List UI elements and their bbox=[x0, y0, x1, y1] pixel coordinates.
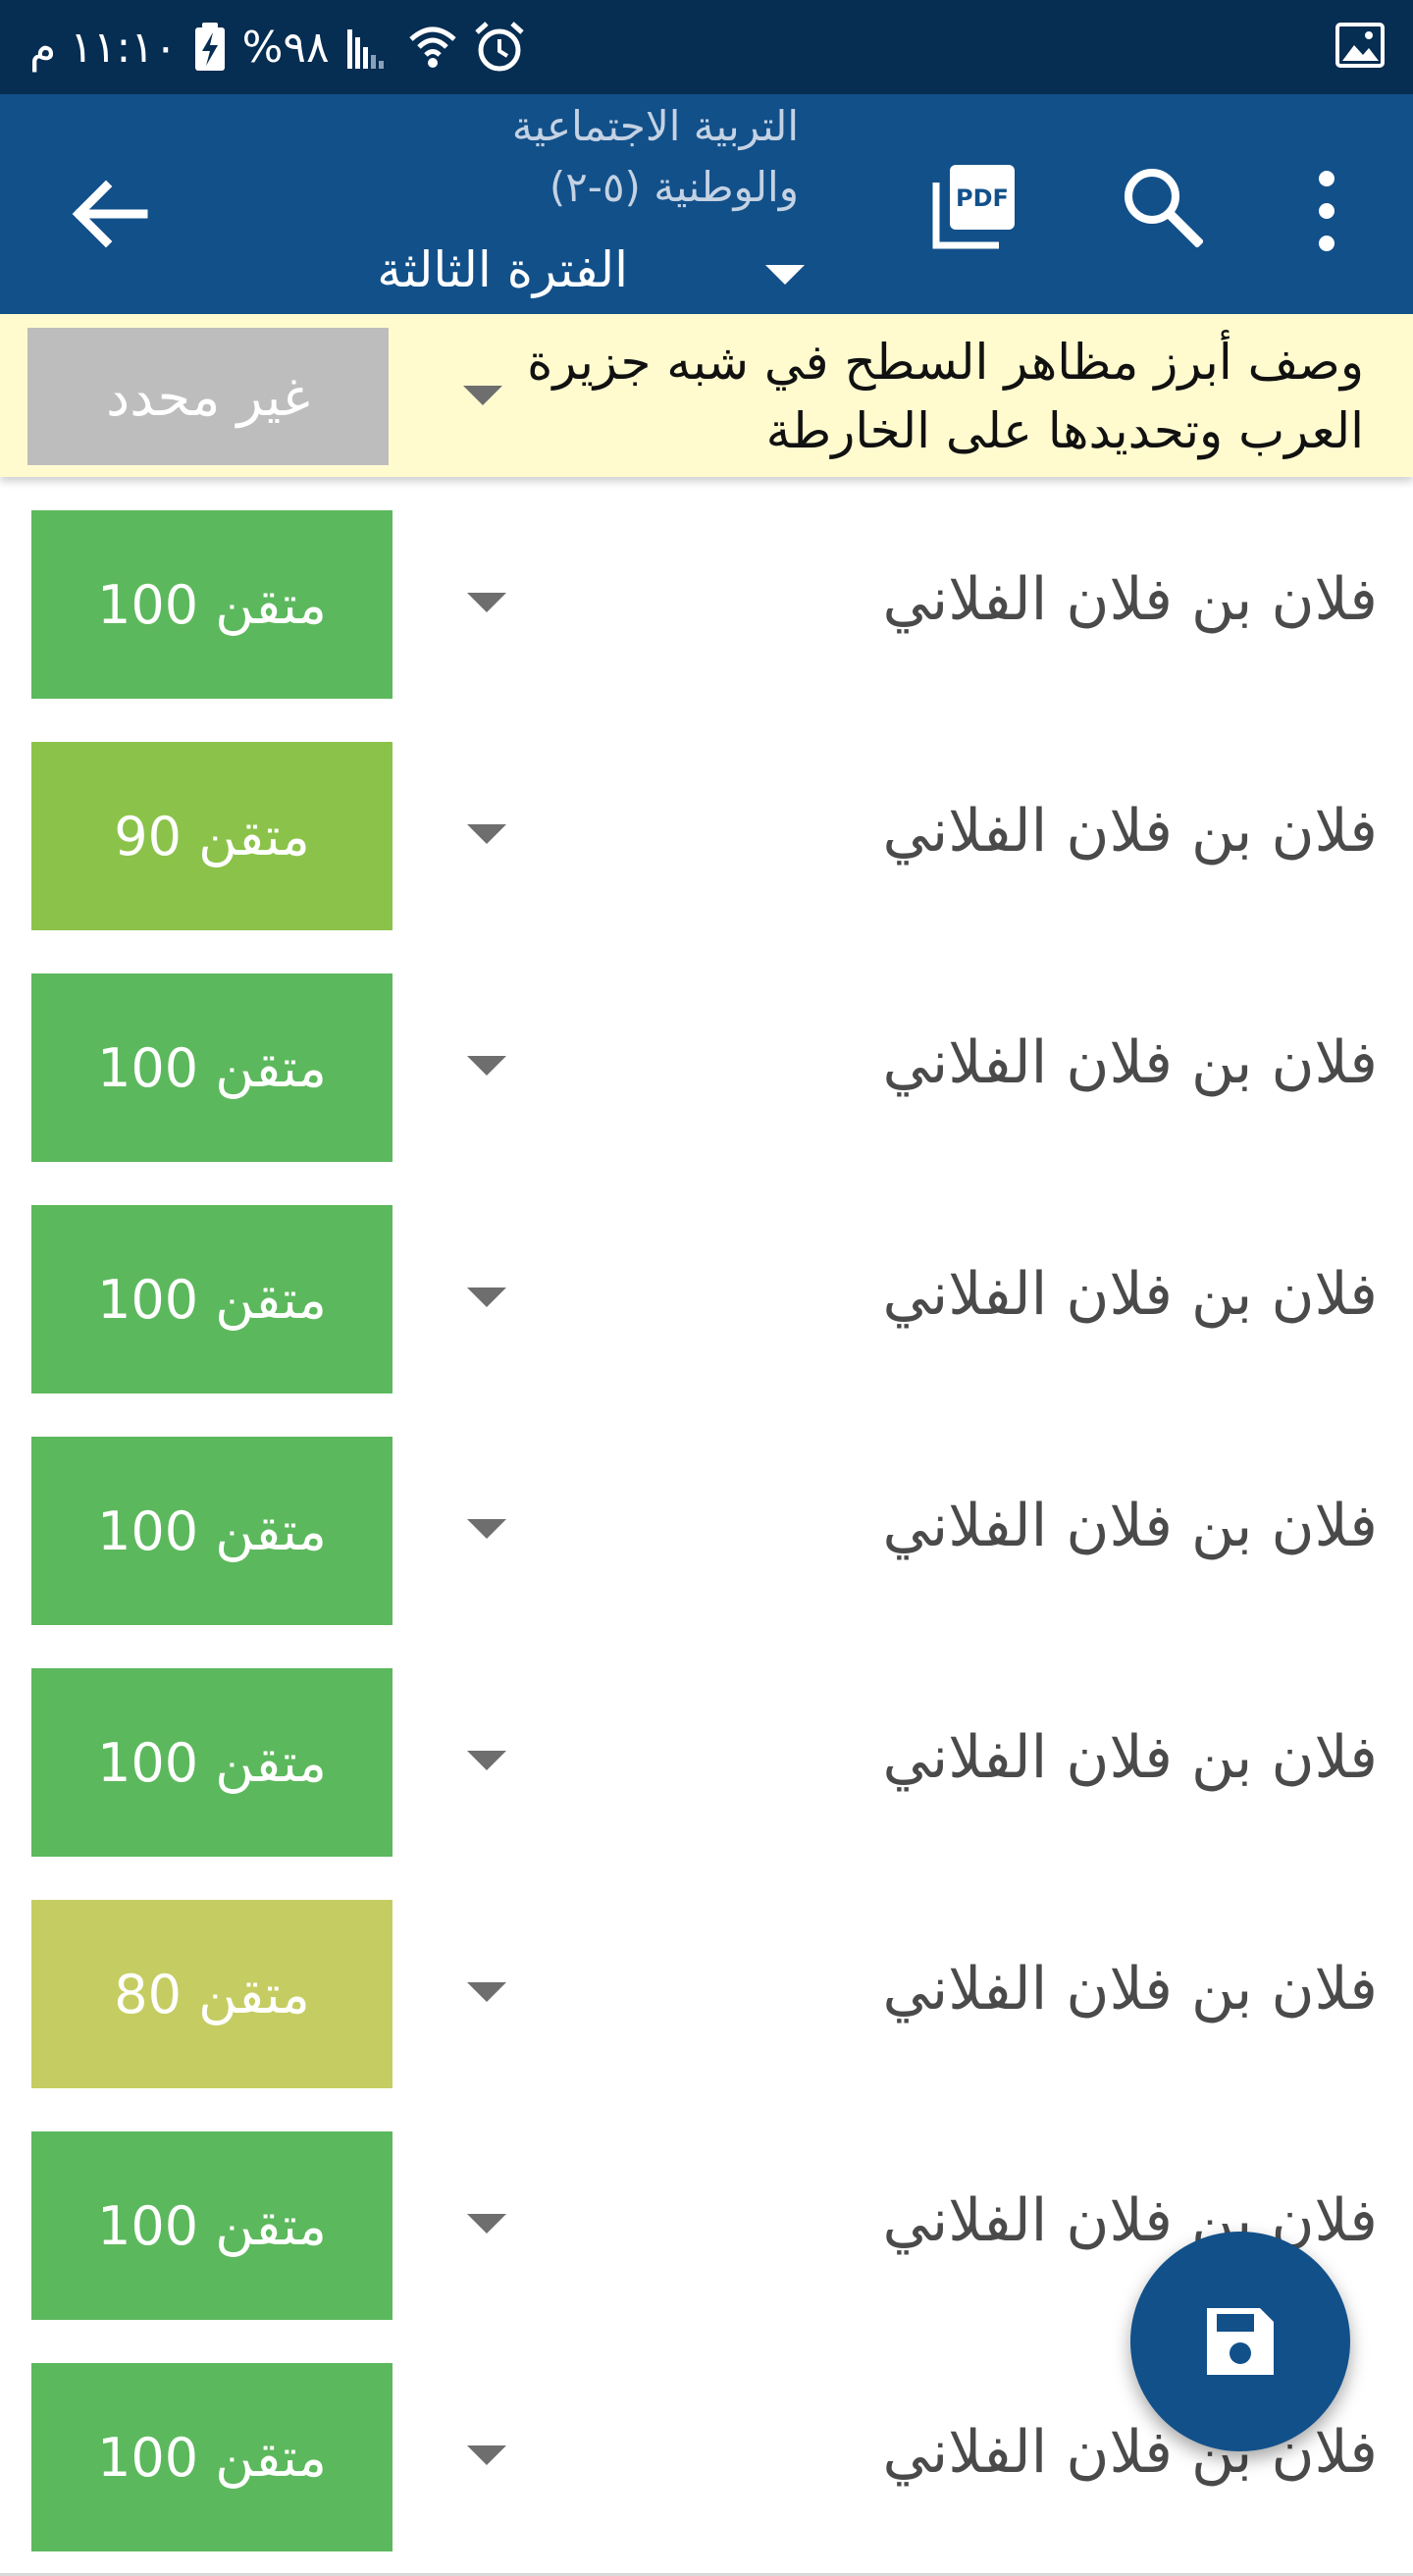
student-row[interactable]: فلان بن فلان الفلاني متقن 100 bbox=[0, 1647, 1413, 1881]
svg-text:PDF: PDF bbox=[956, 184, 1009, 212]
student-row[interactable]: فلان بن فلان الفلاني متقن 100 bbox=[0, 1183, 1413, 1418]
chevron-down-icon[interactable] bbox=[463, 386, 502, 405]
period-dropdown[interactable]: الفترة الثالثة bbox=[294, 237, 805, 306]
student-name: فلان بن فلان الفلاني bbox=[882, 2186, 1379, 2255]
cell-signal-icon bbox=[345, 26, 392, 69]
chevron-down-icon[interactable] bbox=[467, 1056, 506, 1076]
student-name: فلان بن فلان الفلاني bbox=[882, 1955, 1379, 2024]
chevron-down-icon[interactable] bbox=[467, 1982, 506, 2002]
period-label: الفترة الثالثة bbox=[377, 241, 628, 298]
grade-badge[interactable]: متقن 100 bbox=[31, 1437, 392, 1625]
search-button[interactable] bbox=[1119, 163, 1205, 249]
pdf-button[interactable]: PDF bbox=[930, 161, 1019, 251]
student-name: فلان بن فلان الفلاني bbox=[882, 565, 1379, 634]
chevron-down-icon[interactable] bbox=[467, 2445, 506, 2465]
grade-badge[interactable]: متقن 100 bbox=[31, 973, 392, 1162]
alarm-icon bbox=[473, 21, 526, 74]
save-button[interactable] bbox=[1130, 2232, 1350, 2451]
student-name: فلان بن فلان الفلاني bbox=[882, 1492, 1379, 1560]
grade-badge[interactable]: متقن 80 bbox=[31, 1900, 392, 2088]
chevron-down-icon[interactable] bbox=[467, 824, 506, 844]
chevron-down-icon[interactable] bbox=[467, 1519, 506, 1539]
search-icon bbox=[1125, 169, 1205, 249]
status-indicators: ١١:١٠ م %٩٨ bbox=[29, 0, 526, 94]
wifi-icon bbox=[408, 24, 457, 71]
image-notification-icon bbox=[1334, 22, 1386, 73]
student-name: فلان بن فلان الفلاني bbox=[882, 1723, 1379, 1792]
grade-badge[interactable]: متقن 100 bbox=[31, 2363, 392, 2551]
chevron-down-icon bbox=[765, 265, 805, 285]
more-vertical-icon bbox=[1319, 171, 1334, 251]
bulk-grade-selector[interactable]: غير محدد bbox=[27, 328, 389, 465]
student-row[interactable]: فلان بن فلان الفلاني متقن 90 bbox=[0, 720, 1413, 955]
arrow-back-icon bbox=[72, 180, 148, 248]
status-bar: ١١:١٠ م %٩٨ bbox=[0, 0, 1413, 94]
grade-badge[interactable]: متقن 90 bbox=[31, 742, 392, 930]
grade-badge[interactable]: متقن 100 bbox=[31, 1668, 392, 1857]
app-bar: التربية الاجتماعية والوطنية (٥-٢) الفترة… bbox=[0, 94, 1413, 314]
status-time: ١١:١٠ م bbox=[29, 22, 178, 73]
chevron-down-icon[interactable] bbox=[467, 2214, 506, 2234]
student-row[interactable]: فلان بن فلان الفلاني متقن 100 bbox=[0, 489, 1413, 723]
criterion-description: وصف أبرز مظاهر السطح في شبه جزيرة العرب … bbox=[527, 334, 1364, 459]
student-name: فلان بن فلان الفلاني bbox=[882, 797, 1379, 866]
student-name: فلان بن فلان الفلاني bbox=[882, 1028, 1379, 1097]
battery-percent: %٩٨ bbox=[241, 22, 330, 73]
grade-badge[interactable]: متقن 100 bbox=[31, 510, 392, 699]
more-options-button[interactable] bbox=[1301, 169, 1352, 253]
pdf-icon: PDF bbox=[932, 165, 1015, 249]
save-icon bbox=[1207, 2308, 1274, 2375]
grade-badge[interactable]: متقن 100 bbox=[31, 1205, 392, 1393]
back-button[interactable] bbox=[59, 163, 161, 265]
chevron-down-icon[interactable] bbox=[467, 1751, 506, 1770]
student-row[interactable]: فلان بن فلان الفلاني متقن 80 bbox=[0, 1878, 1413, 2113]
subject-class: والوطنية (٥-٢) bbox=[549, 163, 799, 211]
student-name: فلان بن فلان الفلاني bbox=[882, 1260, 1379, 1329]
grade-badge[interactable]: متقن 100 bbox=[31, 2131, 392, 2320]
battery-charging-icon bbox=[193, 22, 227, 73]
chevron-down-icon[interactable] bbox=[467, 1288, 506, 1307]
subject-title: التربية الاجتماعية bbox=[511, 102, 799, 150]
student-row[interactable]: فلان بن فلان الفلاني متقن 100 bbox=[0, 1415, 1413, 1650]
student-row[interactable]: فلان بن فلان الفلاني متقن 100 bbox=[0, 952, 1413, 1186]
title-block: التربية الاجتماعية والوطنية (٥-٢) الفترة… bbox=[294, 94, 805, 314]
criterion-banner: وصف أبرز مظاهر السطح في شبه جزيرة العرب … bbox=[0, 314, 1413, 477]
chevron-down-icon[interactable] bbox=[467, 593, 506, 612]
